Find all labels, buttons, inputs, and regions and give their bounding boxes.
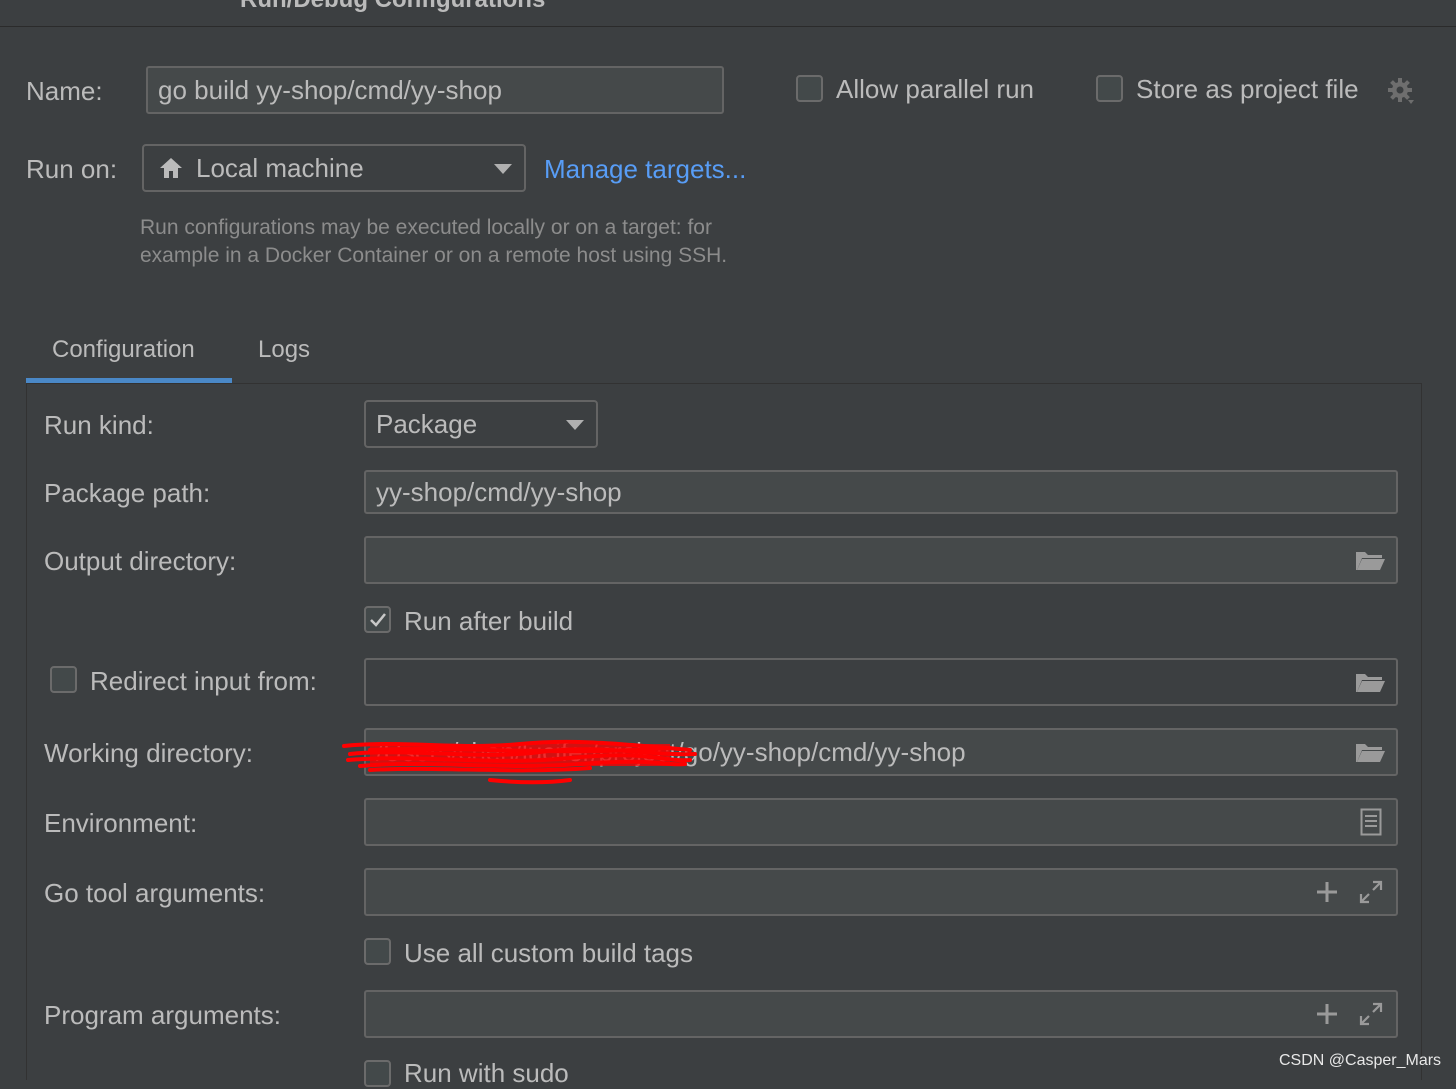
- allow-parallel-checkbox[interactable]: [796, 75, 823, 102]
- redirect-input-field[interactable]: [364, 658, 1398, 706]
- folder-icon[interactable]: [1354, 740, 1386, 764]
- run-on-label: Run on:: [26, 154, 118, 184]
- program-arguments-input[interactable]: [364, 990, 1398, 1038]
- run-after-build-label: Run after build: [404, 606, 574, 636]
- run-kind-label: Run kind:: [44, 410, 154, 440]
- dialog-title: Run/Debug Configurations: [240, 0, 545, 14]
- folder-icon[interactable]: [1354, 670, 1386, 694]
- run-on-dropdown[interactable]: Local machine: [142, 144, 526, 192]
- allow-parallel-label: Allow parallel run: [836, 74, 1034, 104]
- dropdown-arrow-icon: [566, 420, 584, 430]
- tab-logs[interactable]: Logs: [258, 336, 310, 364]
- expand-icon[interactable]: [1358, 879, 1384, 905]
- checkmark-icon: [369, 612, 386, 627]
- run-with-sudo-label: Run with sudo: [404, 1058, 569, 1088]
- expand-icon[interactable]: [1358, 1001, 1384, 1027]
- document-icon[interactable]: [1360, 808, 1382, 836]
- hint-line-1: Run configurations may be executed local…: [140, 216, 712, 239]
- watermark: CSDN @Casper_Mars: [1279, 1052, 1442, 1069]
- package-path-input[interactable]: yy-shop/cmd/yy-shop: [364, 470, 1398, 514]
- program-arguments-label: Program arguments:: [44, 1000, 281, 1030]
- name-input-value: go build yy-shop/cmd/yy-shop: [158, 74, 502, 105]
- name-input[interactable]: go build yy-shop/cmd/yy-shop: [146, 66, 724, 114]
- tab-configuration[interactable]: Configuration: [52, 336, 195, 364]
- gear-icon[interactable]: [1386, 76, 1416, 106]
- output-directory-label: Output directory:: [44, 546, 237, 576]
- run-with-sudo-checkbox[interactable]: [364, 1060, 391, 1087]
- store-project-checkbox[interactable]: [1096, 75, 1123, 102]
- environment-input[interactable]: [364, 798, 1398, 846]
- run-kind-dropdown[interactable]: Package: [364, 400, 598, 448]
- custom-build-tags-checkbox[interactable]: [364, 938, 391, 965]
- redirect-input-checkbox[interactable]: [50, 666, 77, 693]
- folder-icon[interactable]: [1354, 548, 1386, 572]
- environment-label: Environment:: [44, 808, 198, 838]
- title-separator: [0, 26, 1456, 27]
- go-tool-arguments-label: Go tool arguments:: [44, 878, 266, 908]
- redirect-input-label: Redirect input from:: [90, 666, 317, 696]
- hint-line-2: example in a Docker Container or on a re…: [140, 244, 728, 267]
- run-on-value: Local machine: [196, 152, 364, 183]
- package-path-value: yy-shop/cmd/yy-shop: [376, 476, 622, 507]
- package-path-label: Package path:: [44, 478, 211, 508]
- plus-icon[interactable]: [1314, 879, 1340, 905]
- go-tool-arguments-input[interactable]: [364, 868, 1398, 916]
- redaction-scribble: [342, 739, 697, 785]
- custom-build-tags-label: Use all custom build tags: [404, 938, 694, 968]
- name-label: Name:: [26, 76, 103, 106]
- run-after-build-checkbox[interactable]: [364, 606, 391, 633]
- working-directory-label: Working directory:: [44, 738, 254, 768]
- store-project-label: Store as project file: [1136, 74, 1359, 104]
- dropdown-arrow-icon: [494, 164, 512, 174]
- run-kind-value: Package: [376, 408, 478, 439]
- plus-icon[interactable]: [1314, 1001, 1340, 1027]
- output-directory-input[interactable]: [364, 536, 1398, 584]
- manage-targets-link[interactable]: Manage targets...: [544, 154, 746, 185]
- home-icon: [160, 158, 182, 178]
